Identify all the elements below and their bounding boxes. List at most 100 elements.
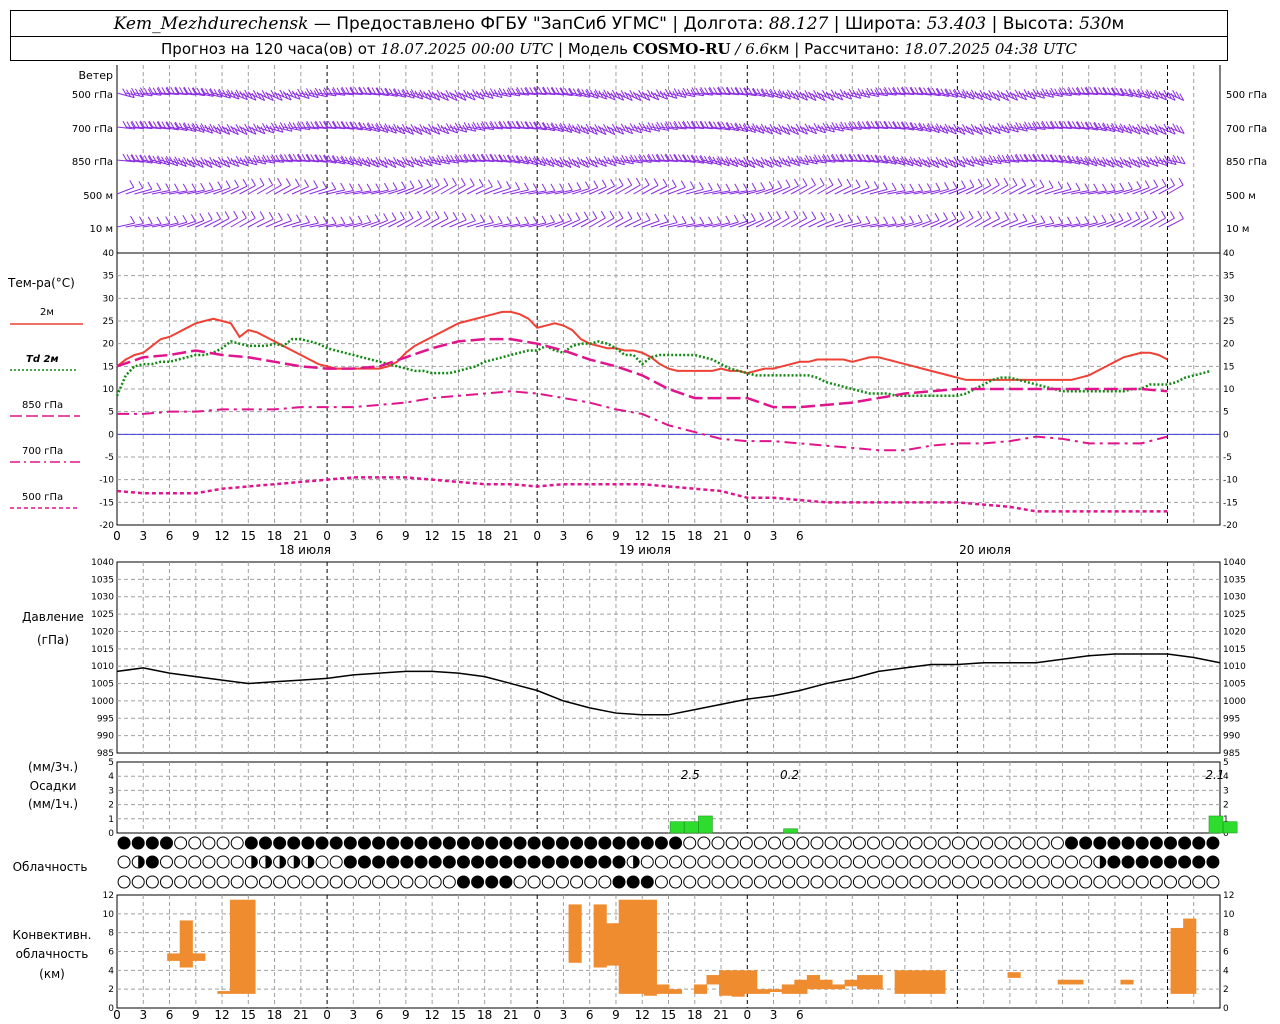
convective-tick-label: 4 [108, 966, 114, 976]
cloud-symbol-circle [329, 875, 343, 889]
wind-barb-feather [470, 213, 476, 222]
wind-barb-feather [750, 213, 756, 221]
convective-bar [242, 899, 256, 994]
wind-barb-feather [207, 212, 213, 220]
cloud-symbol-fill [485, 837, 498, 849]
wind-barb [440, 218, 458, 228]
hour-tick-label: 0 [533, 529, 541, 543]
cloud-symbol-circle [315, 855, 329, 869]
cloud-symbol-fill [160, 837, 173, 849]
wind-barb-feather [593, 180, 599, 188]
wind-barb [431, 184, 449, 195]
precip-tick-label: 5 [1223, 758, 1229, 768]
cloud-symbol-fill [1206, 856, 1219, 868]
cloud-symbol-fill [415, 856, 428, 868]
cloud-symbol-circle [428, 875, 442, 889]
wind-barb-feather [357, 183, 363, 192]
pressure-axis-title: Давление [22, 610, 84, 624]
cloud-panel: Облачность [13, 836, 1220, 889]
cloud-symbol-circle [937, 855, 951, 869]
wind-barb [423, 185, 440, 195]
legend-label-700: 700 гПа [22, 446, 63, 457]
cloud-symbol-fill [584, 837, 597, 849]
cloud-symbol-fill [528, 856, 541, 868]
wind-barb-feather [725, 183, 731, 192]
wind-barb [230, 217, 247, 228]
temperature-tick-label: 5 [108, 408, 114, 418]
hour-tick-label: 21 [503, 529, 518, 543]
cloud-symbol-circle [442, 875, 456, 889]
cloud-symbol-fill [1065, 837, 1078, 849]
wind-barb [221, 217, 238, 228]
wind-barb [930, 219, 948, 228]
convective-axis-title-2: облачность [16, 947, 89, 961]
cloud-symbol-circle [923, 855, 937, 869]
wind-barb-feather [793, 210, 799, 219]
cloud-symbol-fill [471, 837, 484, 849]
cloud-symbol-fill [1150, 856, 1163, 868]
cloud-symbol-circle [258, 875, 272, 889]
wind-barb-feather [479, 214, 485, 222]
wind-barb-feather [865, 216, 871, 224]
meteogram-chart: Ветер 500 гПа 700 гПа 850 гПа 500 м 10 м… [7, 65, 1267, 1022]
wind-barb [1158, 184, 1175, 195]
wind-barb-feather [681, 215, 687, 224]
wind-barb-feather [802, 178, 808, 186]
wind-barb-feather [1170, 178, 1175, 186]
wind-barb [230, 185, 248, 195]
cloud-symbol-fill [584, 856, 597, 868]
cloud-symbol-fill [358, 856, 371, 868]
hour-tick-label: 3 [560, 529, 568, 543]
wind-barb [458, 184, 475, 195]
cloud-symbol-fill [358, 837, 371, 849]
wind-barb-feather [760, 182, 766, 190]
wind-barb-feather [627, 177, 633, 186]
wind-barb [834, 185, 852, 195]
wind-barb-feather [1152, 210, 1158, 219]
convective-tick-label: 4 [1223, 966, 1229, 976]
wind-barb-feather [366, 214, 372, 223]
hour-tick-label: 15 [661, 1008, 676, 1022]
cloud-symbol-circle [188, 855, 202, 869]
temperature-tick-label: 20 [103, 340, 115, 350]
cloud-symbol-circle [188, 875, 202, 889]
convective-bar [179, 920, 193, 968]
convective-bar [1183, 918, 1197, 994]
cloud-symbol-circle [753, 875, 767, 889]
wind-barb-feather [759, 212, 765, 220]
wind-barb-feather [234, 179, 240, 188]
wind-barb [274, 184, 291, 195]
convective-tick-label: 8 [1223, 929, 1229, 939]
cloud-symbol-circle [669, 855, 683, 869]
wind-barb-feather [819, 177, 825, 186]
wind-barb [782, 185, 799, 195]
wind-barb [808, 184, 825, 195]
wind-barb-feather [374, 214, 380, 222]
wind-barb [239, 185, 256, 195]
cloud-symbol-circle [909, 836, 923, 850]
cloud-symbol-circle [301, 875, 315, 889]
wind-barb-feather [340, 216, 346, 225]
cloud-symbol-fill [429, 856, 442, 868]
wind-barb [598, 185, 615, 195]
cloud-symbol-fill [132, 837, 145, 849]
hour-tick-label: 18 [687, 1008, 702, 1022]
cloud-symbol-circle [343, 875, 357, 889]
precip-tick-label: 4 [108, 772, 114, 782]
wind-barb [615, 184, 632, 195]
pressure-axis-unit: (гПа) [37, 633, 69, 647]
wind-barb-feather [147, 181, 153, 190]
convective-axis-title-3: (км) [39, 967, 65, 981]
cloud-symbol-circle [867, 836, 881, 850]
wind-barb-feather [601, 179, 607, 188]
convective-bar [731, 970, 745, 997]
convective-bar [932, 970, 946, 994]
pressure-tick-label: 1030 [91, 593, 114, 603]
temperature-tick-label: 0 [1223, 430, 1229, 440]
wind-barb-feather [524, 182, 529, 191]
wind-barb-feather [873, 181, 879, 189]
cloud-symbol-circle [881, 836, 895, 850]
cloud-symbol-fill [598, 837, 611, 849]
wind-barb [1158, 217, 1175, 228]
wind-barb-feather [366, 183, 372, 192]
